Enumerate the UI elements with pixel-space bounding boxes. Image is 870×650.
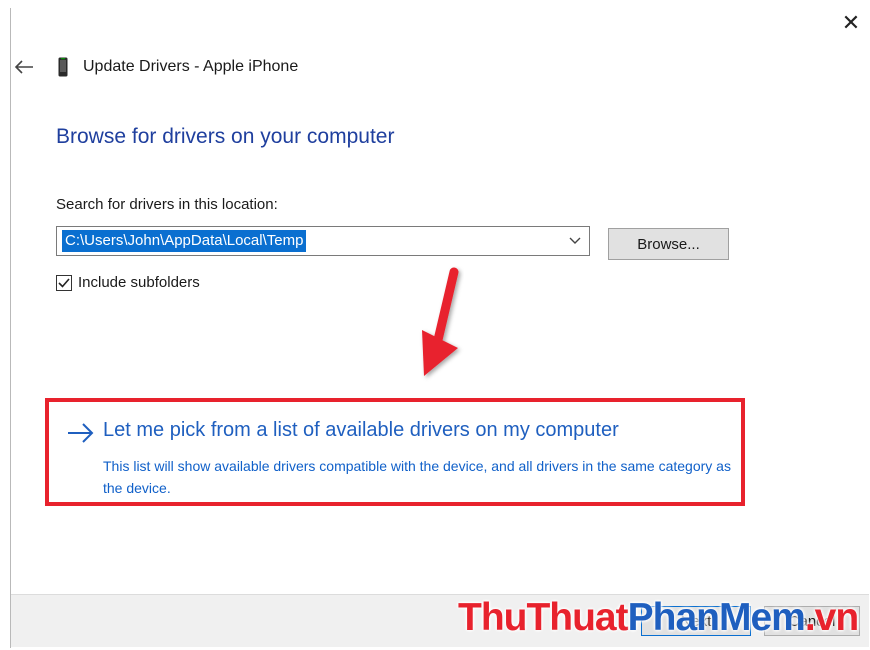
include-subfolders-label[interactable]: Include subfolders bbox=[78, 274, 200, 291]
browse-button[interactable]: Browse... bbox=[608, 228, 729, 260]
pick-from-list-title[interactable]: Let me pick from a list of available dri… bbox=[103, 419, 619, 442]
checkmark-icon bbox=[58, 278, 70, 288]
path-input-value[interactable]: C:\Users\John\AppData\Local\Temp bbox=[62, 230, 307, 252]
dialog-title: Update Drivers - Apple iPhone bbox=[83, 58, 299, 75]
watermark-logo: ThuThuatPhanMem.vn bbox=[458, 596, 859, 640]
watermark-part-3: .vn bbox=[804, 596, 859, 639]
page-heading: Browse for drivers on your computer bbox=[56, 125, 395, 148]
search-location-label: Search for drivers in this location: bbox=[56, 196, 278, 213]
include-subfolders-checkbox[interactable] bbox=[56, 275, 72, 291]
phone-icon bbox=[58, 56, 68, 78]
watermark-part-2: PhanMem bbox=[627, 596, 806, 639]
back-arrow-icon bbox=[14, 60, 33, 74]
pick-from-list-link[interactable]: Let me pick from a list of available dri… bbox=[66, 419, 731, 499]
close-icon: ✕ bbox=[841, 10, 861, 36]
back-button[interactable] bbox=[12, 56, 36, 78]
watermark-part-1: ThuThuat bbox=[458, 596, 629, 639]
pick-from-list-description: This list will show available drivers co… bbox=[103, 458, 731, 496]
search-location-combobox[interactable]: C:\Users\John\AppData\Local\Temp bbox=[56, 226, 590, 256]
red-pointer-arrow bbox=[422, 267, 459, 376]
close-button[interactable]: ✕ bbox=[836, 10, 866, 36]
chevron-down-icon[interactable] bbox=[565, 231, 585, 251]
right-arrow-icon bbox=[68, 423, 94, 443]
